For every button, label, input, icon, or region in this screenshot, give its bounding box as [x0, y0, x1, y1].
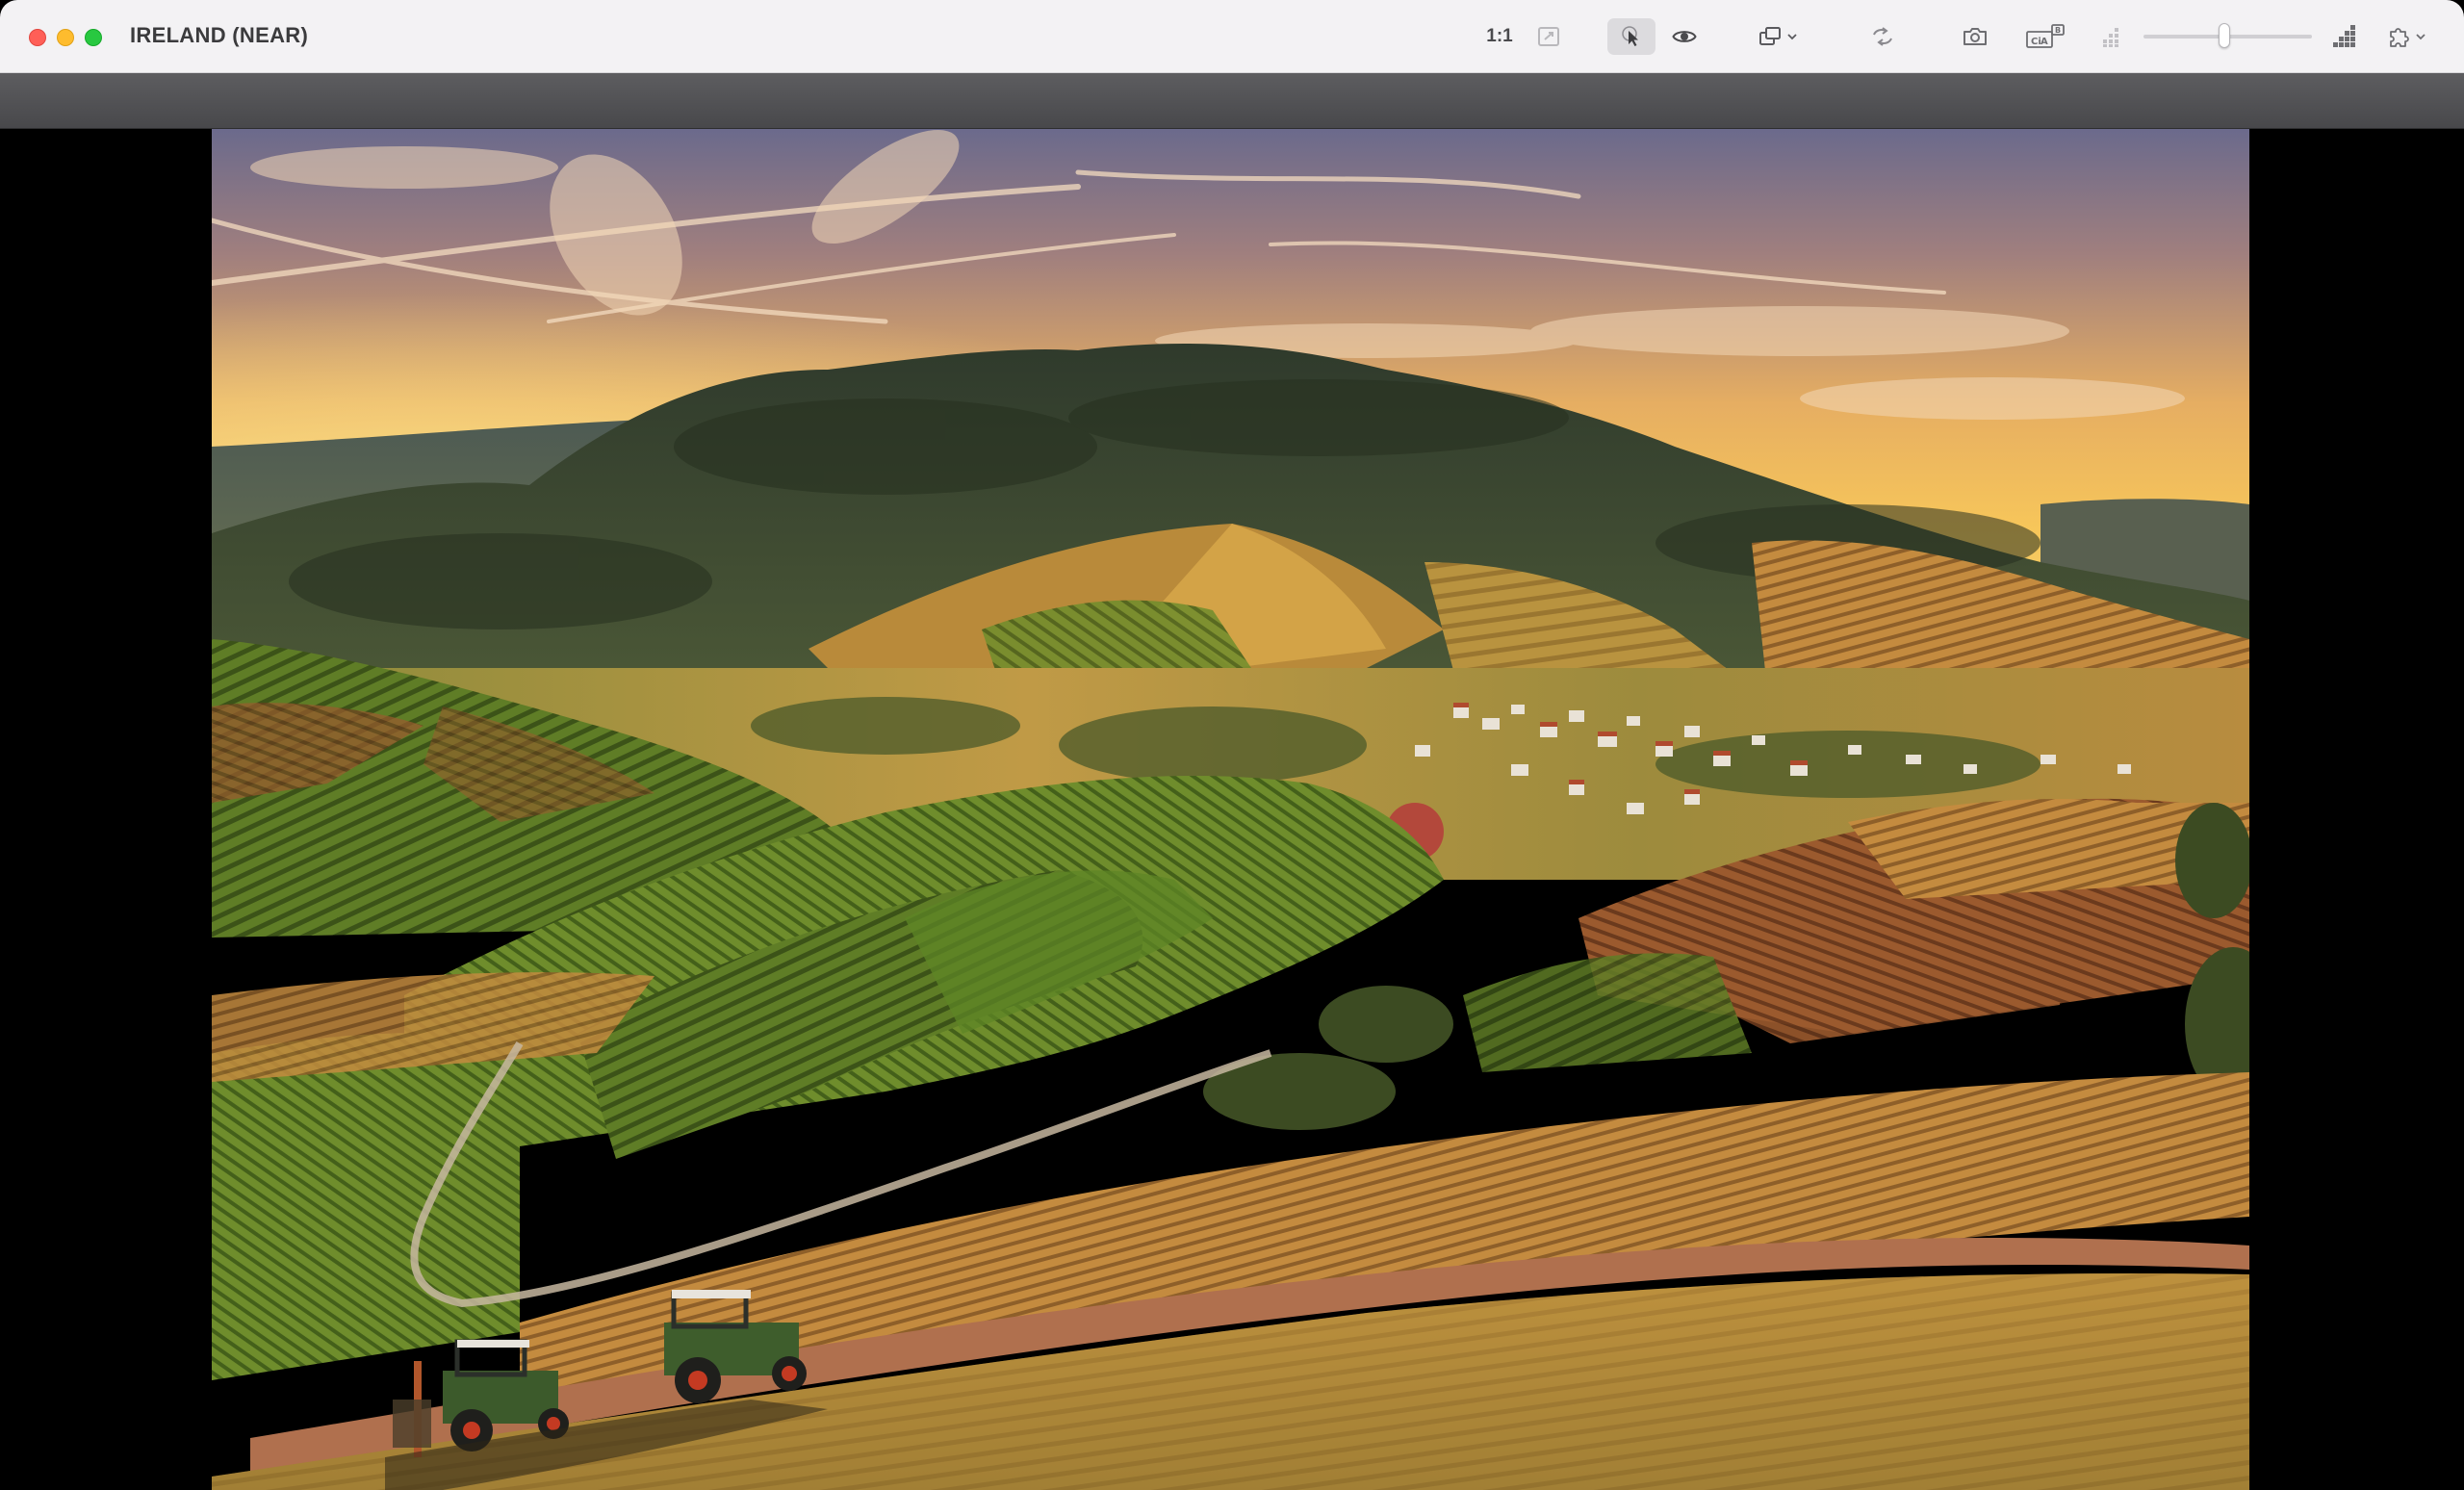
toolbar-strip [0, 73, 2464, 129]
plugins-button[interactable] [2377, 18, 2437, 55]
actual-size-button[interactable]: 1:1 [1480, 18, 1519, 55]
close-window-button[interactable] [29, 29, 46, 46]
image-viewport[interactable] [0, 129, 2464, 1490]
maximize-window-button[interactable] [85, 29, 102, 46]
compare-button[interactable]: Ci A B [2023, 18, 2067, 55]
svg-text:B: B [2055, 26, 2061, 35]
chevron-down-icon [1785, 32, 1799, 41]
snapshot-button[interactable] [1956, 18, 1994, 55]
camera-icon [1963, 26, 1988, 47]
window-arrange-button[interactable] [1750, 18, 1808, 55]
preview-button[interactable] [1665, 18, 1704, 55]
chevron-down-icon [2414, 32, 2427, 41]
viewer-window: IRELAND (NEAR) 1:1 Ci A B [0, 0, 2464, 1490]
preview-eye-icon [1672, 28, 1697, 45]
fit-to-window-button[interactable] [1532, 18, 1565, 55]
landscape-photo [212, 129, 2249, 1490]
flip-button[interactable] [1863, 18, 1902, 55]
size-large-button[interactable] [2327, 18, 2362, 55]
select-tool-button[interactable] [1607, 18, 1656, 55]
flip-arrows-icon [1869, 26, 1896, 47]
fit-to-window-icon [1537, 26, 1560, 47]
window-arrange-icon [1758, 26, 1785, 47]
minimize-window-button[interactable] [57, 29, 74, 46]
size-slider-thumb[interactable] [2219, 23, 2230, 48]
select-cursor-icon [1621, 25, 1642, 48]
size-large-icon [2331, 23, 2358, 50]
window-title: IRELAND (NEAR) [130, 23, 309, 47]
compare-ab-icon: Ci A B [2025, 23, 2066, 50]
plugins-puzzle-icon [2387, 24, 2414, 49]
title-bar: IRELAND (NEAR) 1:1 Ci A B [0, 0, 2464, 73]
size-small-button[interactable] [2094, 18, 2129, 55]
size-small-icon [2099, 24, 2124, 49]
zoom-label: 1:1 [1486, 26, 1513, 46]
svg-text:A: A [2040, 37, 2048, 47]
